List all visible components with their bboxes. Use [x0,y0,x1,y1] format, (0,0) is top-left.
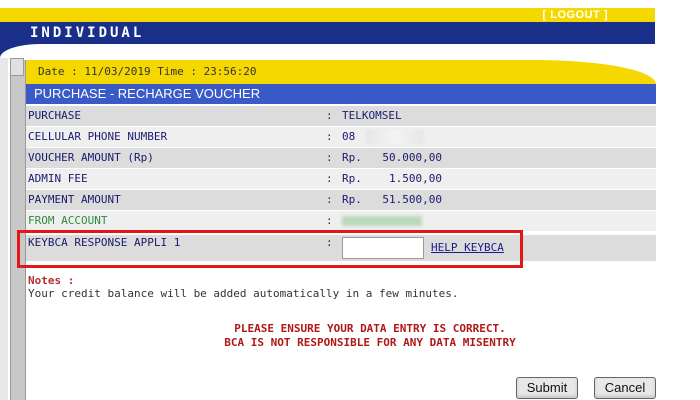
header-curve-cut [0,44,655,58]
row-currency: Rp. [342,193,362,206]
row-separator: : [326,130,333,143]
row-separator: : [326,151,333,164]
logout-link[interactable]: [ LOGOUT ] [543,8,609,22]
row-label: PURCHASE [28,109,81,122]
row-amount: 50.000,00 [382,151,442,164]
redacted-phone-blur [366,130,424,144]
row-separator: : [326,214,333,227]
page-title: PURCHASE - RECHARGE VOUCHER [34,86,261,101]
row-amount: 51.500,00 [382,193,442,206]
row-label: PAYMENT AMOUNT [28,193,121,206]
notes-section: Notes : Your credit balance will be adde… [28,274,458,300]
row-payment-amount: PAYMENT AMOUNT : Rp. 51.500,00 [26,190,656,210]
highlight-box [17,230,523,268]
row-admin-fee: ADMIN FEE : Rp. 1.500,00 [26,169,656,189]
row-phone-number: CELLULAR PHONE NUMBER : 08 [26,127,656,147]
row-amount: 1.500,00 [389,172,442,185]
row-value: 08 [342,130,356,143]
row-separator: : [326,109,333,122]
row-separator: : [326,172,333,185]
warning-message: PLEASE ENSURE YOUR DATA ENTRY IS CORRECT… [120,322,620,350]
row-from-account: FROM ACCOUNT : [26,211,656,231]
scrollbar-up-arrow[interactable] [10,58,24,76]
warning-line-2: BCA IS NOT RESPONSIBLE FOR ANY DATA MISE… [224,336,516,349]
row-value: TELKOMSEL [342,109,402,122]
redacted-account-blur [342,216,422,226]
brand-title: INDIVIDUAL [30,25,145,41]
row-currency: Rp. [342,151,362,164]
row-label: FROM ACCOUNT [28,214,108,227]
date-time-text: Date : 11/03/2019 Time : 23:56:20 [38,65,257,78]
notes-body: Your credit balance will be added automa… [28,287,459,300]
row-currency: Rp. [342,172,362,185]
header-banner: INDIVIDUAL [ LOGOUT ] [0,0,700,58]
notes-heading: Notes : [28,274,75,287]
row-voucher-amount: VOUCHER AMOUNT (Rp) : Rp. 50.000,00 [26,148,656,168]
row-label: ADMIN FEE [28,172,88,185]
cancel-button[interactable]: Cancel [594,377,656,399]
row-label: VOUCHER AMOUNT (Rp) [28,151,154,164]
submit-button[interactable]: Submit [516,377,578,399]
warning-line-1: PLEASE ENSURE YOUR DATA ENTRY IS CORRECT… [234,322,506,335]
left-frame-edge [0,58,8,400]
row-separator: : [326,193,333,206]
row-label: CELLULAR PHONE NUMBER [28,130,168,143]
row-purchase: PURCHASE : TELKOMSEL [26,106,656,126]
